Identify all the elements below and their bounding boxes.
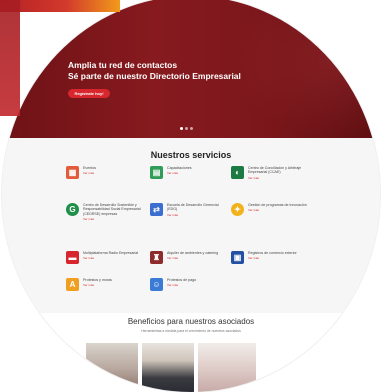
radio-icon: ▬ [66,251,79,264]
scale-icon: A [66,278,79,291]
register-button[interactable]: Regístrate hoy! [68,89,110,98]
service-more-link[interactable]: Ver más [83,283,143,287]
service-more-link[interactable]: Ver más [248,208,308,212]
benefit-photo-1[interactable] [86,343,138,392]
service-item[interactable]: ✦ Gestión de programas de innovación Ver… [231,203,308,216]
service-name: Alquiler de ambientes y catering [167,251,219,255]
hero-headline: Amplia tu red de contactos [68,60,178,70]
service-item[interactable]: G Centro de Desarrollo Sostenible y Resp… [66,203,143,221]
service-name: Capacitaciones [167,166,192,170]
service-more-link[interactable]: Ver más [248,256,308,260]
service-name: Eventos [83,166,96,170]
service-item[interactable]: ♜ Alquiler de ambientes y catering Ver m… [150,251,227,264]
benefit-photo-2[interactable] [142,343,194,392]
hero-banner: Amplia tu red de contactos Sé parte de n… [2,0,380,138]
service-item[interactable]: ▬ Multiplataforma Radio Empresarial Ver … [66,251,143,264]
services-title: Nuestros servicios [150,150,232,160]
carousel-dot-1[interactable] [180,127,183,130]
service-name: Centro de Conciliación y Arbitraje Empre… [248,166,302,175]
service-item[interactable]: ▤ Capacitaciones Ver más [150,166,227,179]
service-name: Centro de Desarrollo Sostenible y Respon… [83,203,141,216]
brand-sidebar [0,0,20,116]
carousel-dot-3[interactable] [190,127,193,130]
page-viewport: Amplia tu red de contactos Sé parte de n… [2,0,380,392]
benefit-photo-3[interactable] [198,343,256,392]
service-item[interactable]: ◐ Centro de Conciliación y Arbitraje Emp… [231,166,308,180]
service-name: Registros de comercio exterior [248,251,297,255]
carousel-dots [180,127,193,130]
service-more-link[interactable]: Ver más [167,283,227,287]
service-more-link[interactable]: Ver más [167,256,227,260]
benefits-subtitle: Herramientas a medida para el crecimient… [141,329,241,333]
service-item[interactable]: ☺ Protestos de pago Ver más [150,278,227,291]
service-name: Multiplataforma Radio Empresarial [83,251,139,255]
service-name: Gestión de programas de innovación [248,203,307,207]
network-icon: ⇄ [150,203,163,216]
hero-subheadline: Sé parte de nuestro Directorio Empresari… [68,71,241,81]
leaf-icon: G [66,203,79,216]
service-more-link[interactable]: Ver más [83,171,143,175]
hero-background-photo [230,0,380,138]
payment-icon: ☺ [150,278,163,291]
room-icon: ♜ [150,251,163,264]
service-name: Escuela de Desarrollo Gerencial (EDG) [167,203,219,212]
service-item[interactable]: ▦ Eventos Ver más [66,166,143,179]
service-more-link[interactable]: Ver más [83,217,143,221]
calendar-icon: ▦ [66,166,79,179]
service-item[interactable]: ⇄ Escuela de Desarrollo Gerencial (EDG) … [150,203,227,217]
carousel-dot-2[interactable] [185,127,188,130]
benefits-title: Beneficios para nuestros asociados [127,317,255,326]
service-more-link[interactable]: Ver más [167,171,227,175]
scales-icon: ◐ [231,166,244,179]
bulb-icon: ✦ [231,203,244,216]
service-name: Protestos de pago [167,278,197,282]
service-item[interactable]: ▣ Registros de comercio exterior Ver más [231,251,308,264]
service-more-link[interactable]: Ver más [248,176,308,180]
service-item[interactable]: A Protestos y moras Ver más [66,278,143,291]
trade-icon: ▣ [231,251,244,264]
service-name: Protestos y moras [83,278,112,282]
service-more-link[interactable]: Ver más [83,256,143,260]
service-more-link[interactable]: Ver más [167,213,227,217]
training-icon: ▤ [150,166,163,179]
